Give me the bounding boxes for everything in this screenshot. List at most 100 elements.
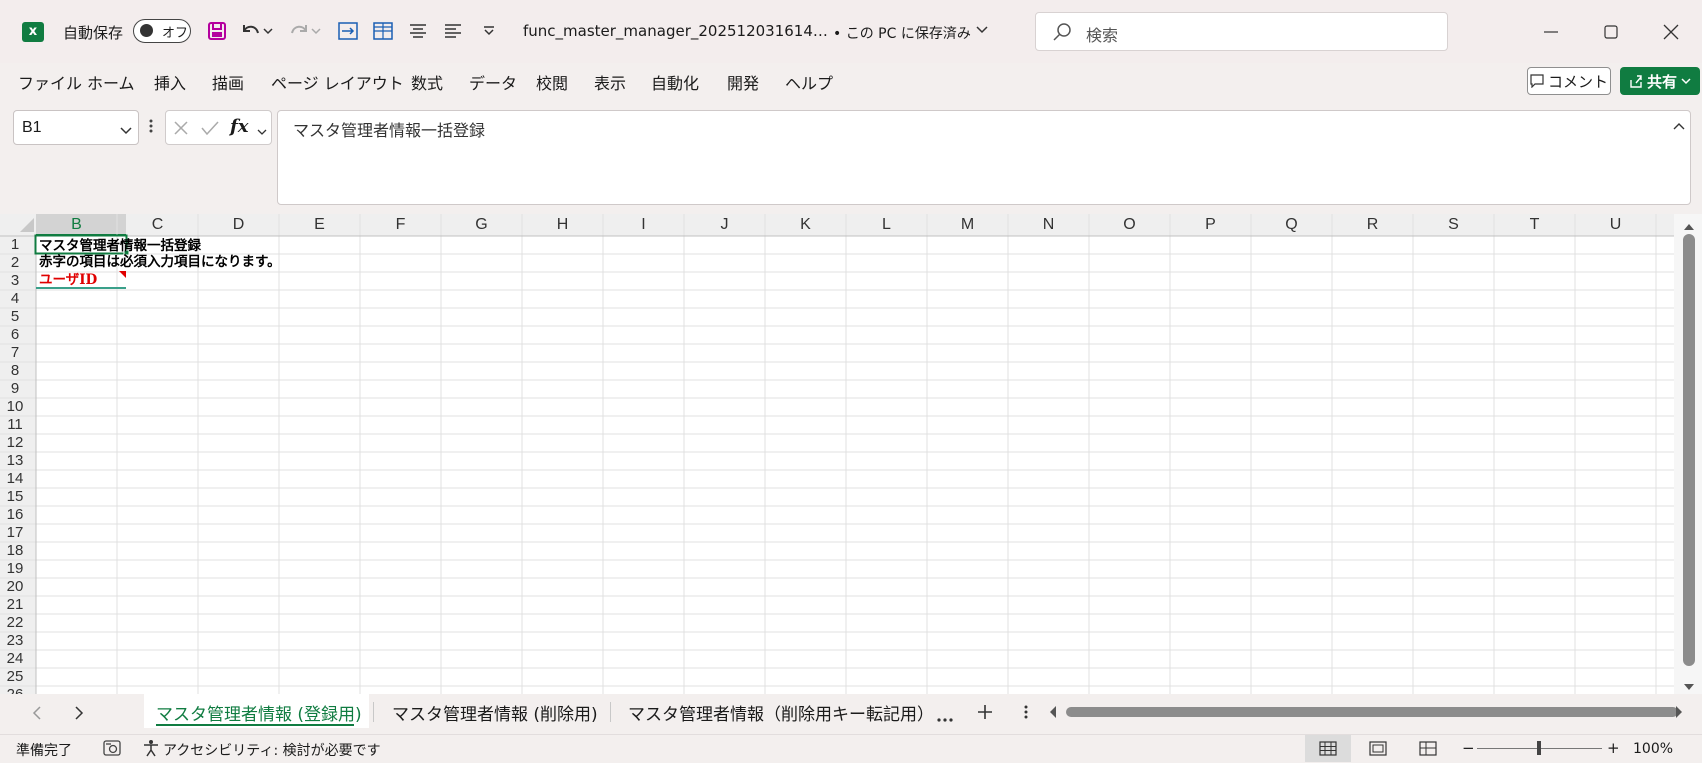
add-sheet-icon[interactable]: [977, 704, 993, 724]
row-header-12[interactable]: 12: [0, 434, 30, 452]
column-header-u[interactable]: U: [1575, 214, 1656, 234]
worksheet-grid[interactable]: BCDEFGHIJKLMNOPQRSTU 1 2 3 4 5 6 7 8 9 10 11 12 13 14…: [0, 214, 1702, 703]
menu-file[interactable]: ファイル: [18, 70, 82, 94]
column-header-p[interactable]: P: [1170, 214, 1251, 234]
row-header-24[interactable]: 24: [0, 650, 30, 668]
sheet-tab-register[interactable]: マスタ管理者情報 (登録用): [144, 694, 369, 728]
column-header-h[interactable]: H: [522, 214, 603, 234]
menu-automate[interactable]: 自動化: [651, 70, 699, 94]
row-header-25[interactable]: 25: [0, 668, 30, 686]
zoom-in-icon[interactable]: +: [1607, 739, 1620, 757]
row-header-15[interactable]: 15: [0, 488, 30, 506]
zoom-slider-handle[interactable]: [1537, 741, 1541, 755]
insert-function-icon[interactable]: fx: [230, 116, 248, 137]
row-header-17[interactable]: 17: [0, 524, 30, 542]
tab-options-icon[interactable]: [1024, 704, 1028, 724]
row-header-21[interactable]: 21: [0, 596, 30, 614]
row-header-23[interactable]: 23: [0, 632, 30, 650]
column-header-j[interactable]: J: [684, 214, 765, 234]
row-header-11[interactable]: 11: [0, 416, 30, 434]
close-icon[interactable]: [1651, 14, 1691, 50]
menu-data[interactable]: データ: [469, 70, 517, 94]
normal-view-button[interactable]: [1305, 735, 1351, 762]
column-header-e[interactable]: E: [279, 214, 360, 234]
enter-icon[interactable]: [201, 120, 219, 140]
column-header-m[interactable]: M: [927, 214, 1008, 234]
column-header-d[interactable]: D: [198, 214, 279, 234]
row-header-14[interactable]: 14: [0, 470, 30, 488]
row-header-9[interactable]: 9: [0, 380, 30, 398]
chevron-down-icon[interactable]: [257, 125, 267, 140]
row-header-13[interactable]: 13: [0, 452, 30, 470]
column-header-s[interactable]: S: [1413, 214, 1494, 234]
column-header-o[interactable]: O: [1089, 214, 1170, 234]
menu-home[interactable]: ホーム: [87, 70, 135, 94]
file-name[interactable]: func_master_manager_202512031614…: [523, 22, 828, 40]
row-header-22[interactable]: 22: [0, 614, 30, 632]
wrap-text-icon[interactable]: [335, 18, 361, 44]
cancel-icon[interactable]: [173, 120, 189, 140]
collapse-formula-bar-icon[interactable]: [1673, 119, 1685, 134]
maximize-icon[interactable]: [1591, 14, 1631, 50]
chevron-down-icon[interactable]: [976, 24, 988, 39]
row-header-19[interactable]: 19: [0, 560, 30, 578]
page-break-preview-icon[interactable]: [1419, 741, 1437, 760]
search-box[interactable]: 検索: [1035, 12, 1448, 51]
row-header-2[interactable]: 2: [0, 254, 30, 272]
column-header-i[interactable]: I: [603, 214, 684, 234]
column-header-g[interactable]: G: [441, 214, 522, 234]
zoom-out-icon[interactable]: −: [1462, 739, 1475, 757]
menu-developer[interactable]: 開発: [727, 70, 759, 94]
column-header-l[interactable]: L: [846, 214, 927, 234]
zoom-level[interactable]: 100%: [1633, 741, 1673, 757]
row-header-3[interactable]: 3: [0, 272, 30, 290]
cell-b3[interactable]: ユーザID: [39, 271, 97, 289]
chevron-down-icon[interactable]: [120, 124, 132, 139]
borders-icon[interactable]: [370, 18, 396, 44]
row-header-4[interactable]: 4: [0, 290, 30, 308]
column-header-f[interactable]: F: [360, 214, 441, 234]
row-header-18[interactable]: 18: [0, 542, 30, 560]
customize-quick-access-icon[interactable]: [476, 18, 502, 44]
more-sheets-icon[interactable]: [937, 711, 953, 726]
menu-view[interactable]: 表示: [594, 70, 626, 94]
column-header-k[interactable]: K: [765, 214, 846, 234]
row-header-16[interactable]: 16: [0, 506, 30, 524]
sheet-tab-delete-key[interactable]: マスタ管理者情報（削除用キー転記用）: [628, 700, 934, 725]
formula-input[interactable]: マスタ管理者情報一括登録: [277, 110, 1691, 205]
row-header-7[interactable]: 7: [0, 344, 30, 362]
undo-dropdown-icon[interactable]: [261, 18, 275, 44]
autosave-toggle[interactable]: オフ: [133, 19, 191, 43]
menu-review[interactable]: 校閲: [536, 70, 568, 94]
column-header-c[interactable]: C: [117, 214, 198, 234]
align-center-icon[interactable]: [405, 18, 431, 44]
row-header-5[interactable]: 5: [0, 308, 30, 326]
name-box[interactable]: B1: [13, 110, 139, 145]
accessibility-status[interactable]: アクセシビリティ: 検討が必要です: [163, 740, 381, 760]
cell-b2[interactable]: 赤字の項目は必須入力項目になります。: [39, 253, 281, 271]
scroll-tabs-left-icon[interactable]: [32, 706, 42, 724]
redo-dropdown-icon[interactable]: [309, 18, 323, 44]
row-header-20[interactable]: 20: [0, 578, 30, 596]
menu-formulas[interactable]: 数式: [411, 70, 443, 94]
column-header-t[interactable]: T: [1494, 214, 1575, 234]
menu-help[interactable]: ヘルプ: [785, 70, 833, 94]
row-header-8[interactable]: 8: [0, 362, 30, 380]
column-header-b[interactable]: B: [36, 214, 117, 234]
menu-draw[interactable]: 描画: [212, 70, 244, 94]
menu-page-layout[interactable]: ページ レイアウト: [271, 70, 404, 94]
sheet-tab-delete[interactable]: マスタ管理者情報 (削除用): [392, 700, 598, 725]
align-left-icon[interactable]: [440, 18, 466, 44]
accessibility-icon[interactable]: [142, 739, 160, 761]
minimize-icon[interactable]: [1531, 14, 1571, 50]
row-header-1[interactable]: 1: [0, 236, 30, 254]
menu-insert[interactable]: 挿入: [154, 70, 186, 94]
row-header-10[interactable]: 10: [0, 398, 30, 416]
horizontal-scrollbar[interactable]: [1048, 704, 1688, 720]
comment-button[interactable]: コメント: [1527, 67, 1611, 95]
save-icon[interactable]: [204, 18, 230, 44]
row-header-6[interactable]: 6: [0, 326, 30, 344]
share-button[interactable]: 共有: [1620, 67, 1700, 95]
column-header-r[interactable]: R: [1332, 214, 1413, 234]
column-header-n[interactable]: N: [1008, 214, 1089, 234]
